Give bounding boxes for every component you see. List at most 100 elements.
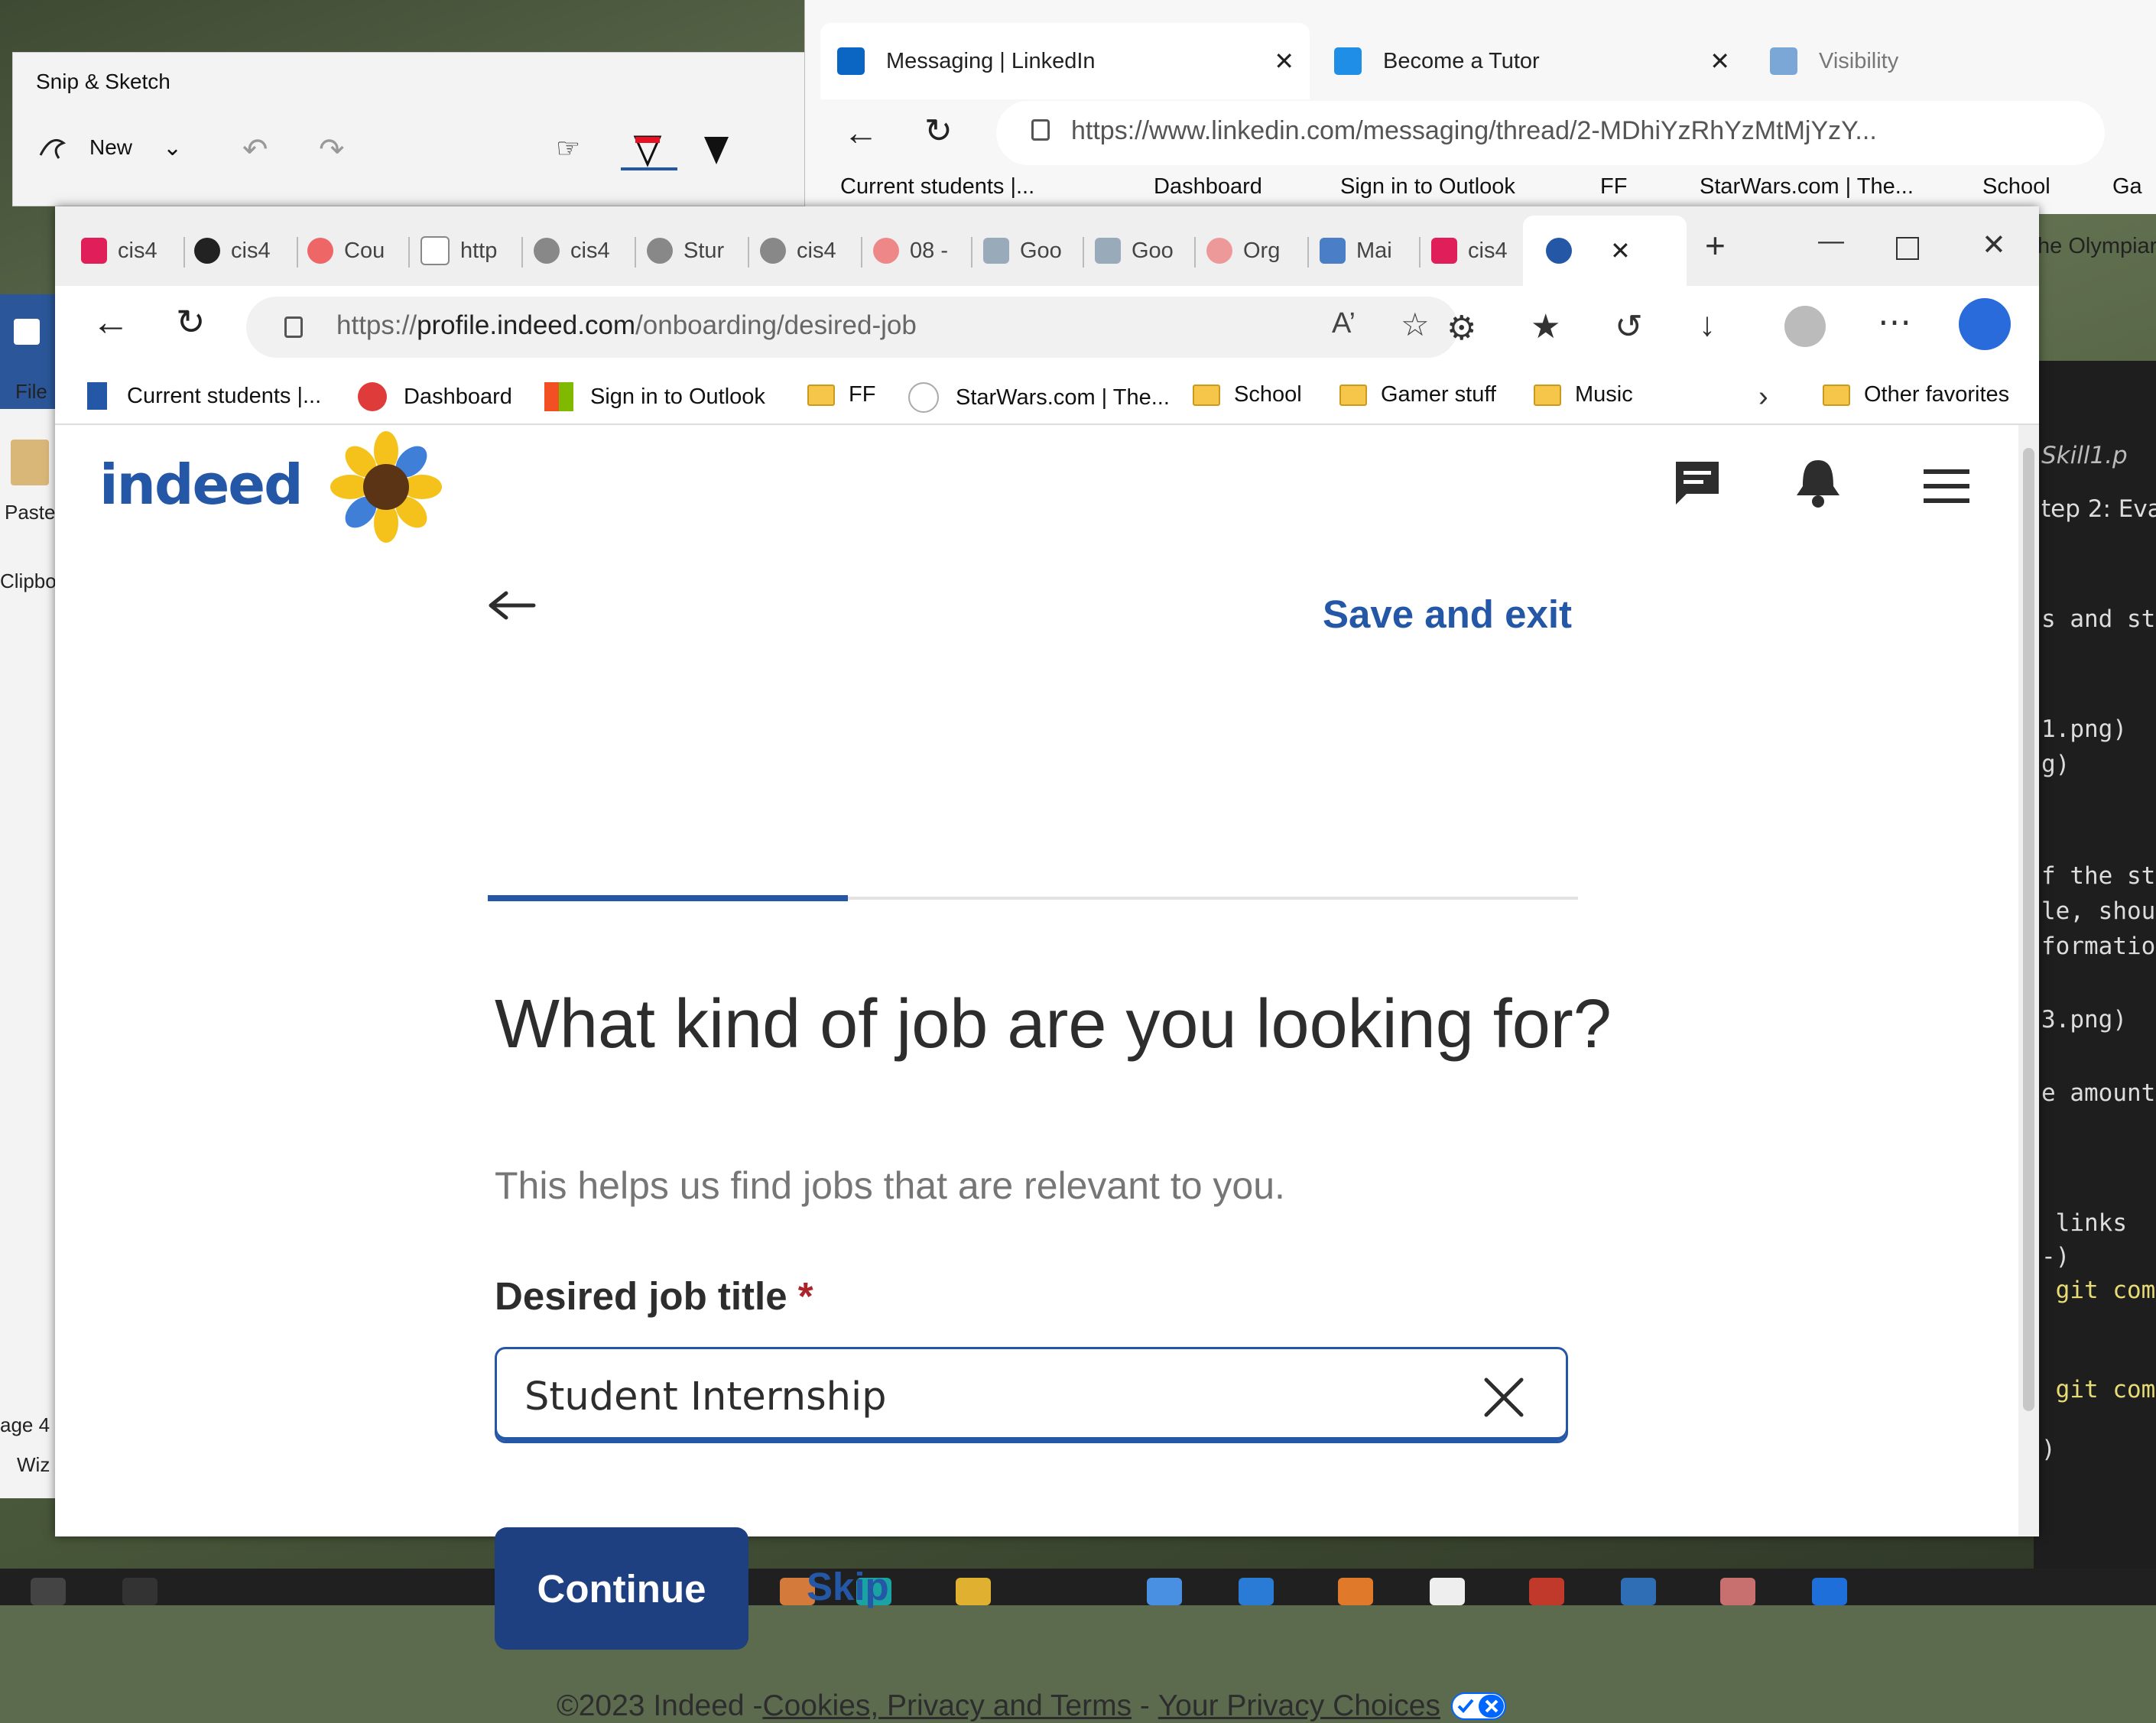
paste-icon[interactable] (11, 440, 49, 485)
indeed-logo[interactable]: indeed (99, 453, 304, 517)
cookies-privacy-link[interactable]: Cookies, Privacy and Terms (762, 1689, 1132, 1723)
tab-org[interactable]: Org (1206, 216, 1280, 286)
linkedin-address-bar[interactable]: https://www.linkedin.com/messaging/threa… (996, 101, 2105, 165)
refresh-icon[interactable]: ↻ (924, 112, 953, 151)
tab-cis4-github[interactable]: cis4 (194, 216, 271, 286)
tab-student[interactable]: Stur (647, 216, 724, 286)
back-icon[interactable]: ← (843, 112, 878, 153)
tab-google-2[interactable]: Goo (1095, 216, 1174, 286)
privacy-toggle-icon[interactable] (1450, 1692, 1506, 1720)
bookmark-dashboard[interactable]: Dashboard (1154, 174, 1262, 200)
code-line: -) (2041, 1243, 2070, 1270)
chevron-down-icon[interactable]: ⌄ (163, 135, 182, 161)
read-aloud-icon[interactable]: A’ (1332, 307, 1356, 340)
address-bar[interactable]: https://profile.indeed.com/onboarding/de… (246, 297, 1458, 358)
app-icon[interactable] (1338, 1578, 1373, 1605)
back-icon[interactable]: ← (92, 300, 130, 344)
bookmark-outlook[interactable]: Sign in to Outlook (544, 382, 765, 411)
pencil-icon[interactable] (701, 134, 732, 172)
file-explorer-icon[interactable] (956, 1578, 991, 1605)
bookmark-current-students[interactable]: Current students |... (840, 174, 1034, 200)
close-icon[interactable]: ✕ (1710, 47, 1730, 76)
bookmark-gamer-stuff[interactable]: Gamer stuff (1339, 382, 1496, 407)
sunflower-icon (329, 430, 443, 544)
close-window-icon[interactable]: ✕ (1982, 228, 2006, 262)
refresh-icon[interactable]: ↻ (176, 301, 206, 342)
job-title-field-wrapper (495, 1347, 1568, 1443)
save-icon[interactable] (14, 319, 40, 345)
app-icon[interactable] (1621, 1578, 1656, 1605)
skip-link[interactable]: Skip (807, 1564, 889, 1609)
tab-visibility[interactable]: Visibility (1753, 23, 2156, 99)
page-scrollbar[interactable] (2018, 425, 2039, 1536)
minimize-icon[interactable]: — (1818, 226, 1844, 256)
file-menu[interactable]: File (15, 380, 47, 404)
tab-http[interactable]: http (420, 216, 497, 286)
app-icon[interactable] (1430, 1578, 1465, 1605)
chevron-right-icon[interactable]: › (1758, 381, 1768, 414)
messages-icon[interactable] (1673, 459, 1722, 508)
undo-icon[interactable]: ↶ (242, 132, 268, 167)
tab-strip: cis4 cis4 Cou http cis4 Stur cis4 08 - G… (55, 206, 2039, 286)
downloads-icon[interactable]: ↓ (1699, 306, 1716, 344)
snip-new-button[interactable]: New ⌄ (36, 132, 182, 163)
more-options-icon[interactable]: ⋯ (1878, 303, 1911, 342)
bookmark-current-students[interactable]: Current students |... (87, 382, 321, 410)
code-line: g) (2041, 751, 2070, 778)
bing-copilot-icon[interactable] (1959, 298, 2011, 350)
add-favorite-icon[interactable]: ☆ (1401, 306, 1430, 343)
profile-avatar[interactable] (1784, 306, 1826, 347)
bell-icon[interactable] (1794, 456, 1843, 509)
bookmark-outlook[interactable]: Sign in to Outlook (1340, 174, 1515, 200)
ballpoint-pen-icon[interactable] (632, 134, 663, 172)
job-title-input[interactable] (523, 1369, 1443, 1424)
tab-linkedin-messaging[interactable]: Messaging | LinkedIn ✕ (820, 23, 1310, 99)
bookmark-dashboard[interactable]: Dashboard (358, 382, 512, 411)
save-and-exit-link[interactable]: Save and exit (1323, 592, 1572, 637)
tab-become-tutor[interactable]: Become a Tutor ✕ (1317, 23, 1745, 99)
touch-writing-icon[interactable]: ☞ (556, 132, 580, 164)
bookmark-starwars[interactable]: StarWars.com | The... (1700, 174, 1914, 200)
back-arrow-icon[interactable] (488, 590, 537, 621)
favorites-icon[interactable]: ★ (1531, 307, 1560, 346)
copyright-text: ©2023 Indeed - (557, 1689, 763, 1722)
tab-course[interactable]: Cou (307, 216, 385, 286)
tab-mail[interactable]: Mai (1320, 216, 1392, 286)
history-icon[interactable]: ↺ (1615, 307, 1643, 346)
tab-cis4-slack[interactable]: cis4 (81, 216, 157, 286)
tab-cis4-slack-2[interactable]: cis4 (1431, 216, 1508, 286)
bookmark-school[interactable]: School (1982, 174, 2050, 200)
app-icon[interactable] (1147, 1578, 1182, 1605)
app-icon[interactable] (1720, 1578, 1755, 1605)
maximize-icon[interactable] (1896, 237, 1919, 260)
extensions-icon[interactable]: ⚙ (1447, 309, 1476, 348)
outlook-icon[interactable] (1812, 1578, 1847, 1605)
redo-icon[interactable]: ↷ (319, 132, 345, 167)
code-line: tep 2: Evalu (2041, 495, 2156, 523)
tab-08[interactable]: 08 - (873, 216, 948, 286)
bookmark-school[interactable]: School (1193, 382, 1302, 407)
tab-cis4-github-3[interactable]: cis4 (760, 216, 836, 286)
tab-cis4-github-2[interactable]: cis4 (534, 216, 610, 286)
new-tab-icon[interactable]: + (1705, 225, 1726, 266)
search-icon[interactable] (122, 1578, 157, 1605)
scrollbar-thumb[interactable] (2023, 448, 2034, 1411)
tab-google-1[interactable]: Goo (983, 216, 1062, 286)
tab-indeed-active[interactable]: ✕ (1523, 216, 1687, 286)
bookmark-starwars[interactable]: StarWars.com | The... (908, 382, 1170, 413)
clear-input-icon[interactable] (1483, 1377, 1524, 1418)
close-icon[interactable]: ✕ (1610, 236, 1631, 265)
bookmark-ff[interactable]: FF (1600, 174, 1627, 200)
bookmark-ga[interactable]: Ga (2112, 174, 2142, 200)
editor-tab[interactable]: Skill1.p (2041, 442, 2128, 469)
vscode-icon[interactable] (1239, 1578, 1274, 1605)
continue-button[interactable]: Continue (495, 1527, 748, 1650)
start-icon[interactable] (31, 1578, 66, 1605)
bookmark-music[interactable]: Music (1534, 382, 1633, 407)
bookmark-ff[interactable]: FF (807, 382, 875, 407)
privacy-choices-link[interactable]: Your Privacy Choices (1158, 1689, 1440, 1723)
bookmark-other-favorites[interactable]: Other favorites (1823, 382, 2009, 407)
hamburger-menu-icon[interactable] (1924, 469, 1969, 503)
close-icon[interactable]: ✕ (1274, 47, 1294, 76)
app-icon[interactable] (1529, 1578, 1564, 1605)
